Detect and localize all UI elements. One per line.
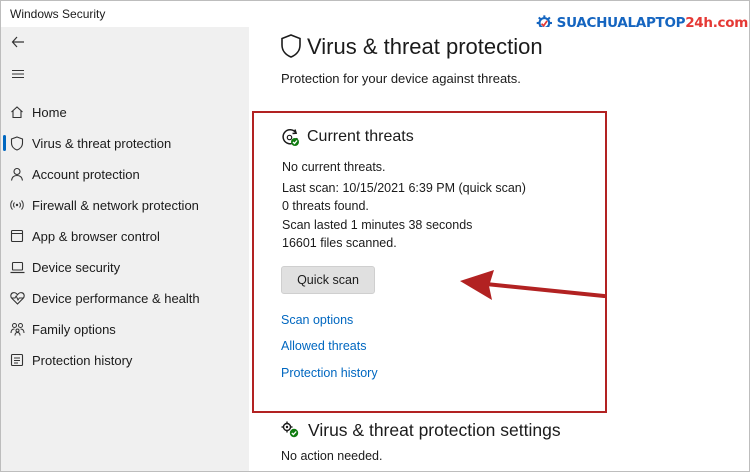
sidebar-item-label: App & browser control bbox=[32, 228, 160, 244]
back-button[interactable] bbox=[9, 33, 27, 51]
sidebar-item-label: Family options bbox=[32, 321, 116, 337]
main-content: Virus & threat protection Protection for… bbox=[249, 27, 749, 471]
sidebar-item-label: Home bbox=[32, 104, 67, 120]
person-icon bbox=[9, 166, 25, 182]
current-threats-title: Current threats bbox=[307, 128, 414, 145]
laptop-icon bbox=[9, 259, 25, 275]
sidebar-item-label: Firewall & network protection bbox=[32, 197, 199, 213]
sidebar-item-virus-threat-protection[interactable]: Virus & threat protection bbox=[1, 128, 249, 158]
history-icon bbox=[9, 352, 25, 368]
allowed-threats-link[interactable]: Allowed threats bbox=[281, 339, 366, 353]
protection-history-link[interactable]: Protection history bbox=[281, 366, 378, 380]
sidebar-item-device-security[interactable]: Device security bbox=[1, 252, 249, 282]
menu-button[interactable] bbox=[9, 65, 27, 83]
threat-status-text: No current threats. bbox=[282, 160, 386, 174]
files-scanned-text: 16601 files scanned. bbox=[282, 236, 397, 250]
sidebar-item-label: Account protection bbox=[32, 166, 140, 182]
heart-pulse-icon bbox=[9, 290, 25, 306]
settings-status-text: No action needed. bbox=[281, 449, 383, 463]
sidebar-item-family-options[interactable]: Family options bbox=[1, 314, 249, 344]
scan-options-link[interactable]: Scan options bbox=[281, 313, 353, 327]
hamburger-menu-icon bbox=[12, 69, 24, 79]
browser-window-icon bbox=[9, 228, 25, 244]
page-title: Virus & threat protection bbox=[307, 34, 543, 59]
scan-duration-text: Scan lasted 1 minutes 38 seconds bbox=[282, 218, 473, 232]
sidebar-item-home[interactable]: Home bbox=[1, 97, 249, 127]
sidebar-item-app-browser-control[interactable]: App & browser control bbox=[1, 221, 249, 251]
sidebar-item-protection-history[interactable]: Protection history bbox=[1, 345, 249, 375]
back-arrow-icon bbox=[11, 36, 24, 48]
family-icon bbox=[9, 321, 25, 337]
sidebar-item-label: Protection history bbox=[32, 352, 133, 368]
window-title: Windows Security bbox=[10, 7, 106, 21]
page-subtitle: Protection for your device against threa… bbox=[281, 71, 521, 86]
sidebar-item-label: Device performance & health bbox=[32, 290, 200, 306]
sidebar-item-device-performance[interactable]: Device performance & health bbox=[1, 283, 249, 313]
settings-section-title: Virus & threat protection settings bbox=[308, 420, 561, 440]
sidebar-item-label: Device security bbox=[32, 259, 121, 275]
settings-gears-icon bbox=[281, 421, 299, 438]
home-icon bbox=[9, 104, 25, 120]
sidebar: Home Virus & threat protection Account p… bbox=[1, 27, 249, 471]
quick-scan-button[interactable]: Quick scan bbox=[281, 266, 375, 294]
sidebar-item-firewall[interactable]: Firewall & network protection bbox=[1, 190, 249, 220]
shield-icon bbox=[281, 34, 301, 58]
last-scan-text: Last scan: 10/15/2021 6:39 PM (quick sca… bbox=[282, 181, 526, 195]
threats-found-text: 0 threats found. bbox=[282, 199, 369, 213]
sidebar-item-label: Virus & threat protection bbox=[32, 135, 172, 151]
sidebar-item-account-protection[interactable]: Account protection bbox=[1, 159, 249, 189]
annotation-arrow bbox=[460, 270, 606, 300]
threat-scan-icon bbox=[282, 129, 299, 146]
app-window: Windows Security SUACHUALAPTOP24h.com Ho… bbox=[0, 0, 750, 472]
shield-icon bbox=[9, 135, 25, 151]
wifi-icon bbox=[9, 197, 25, 213]
